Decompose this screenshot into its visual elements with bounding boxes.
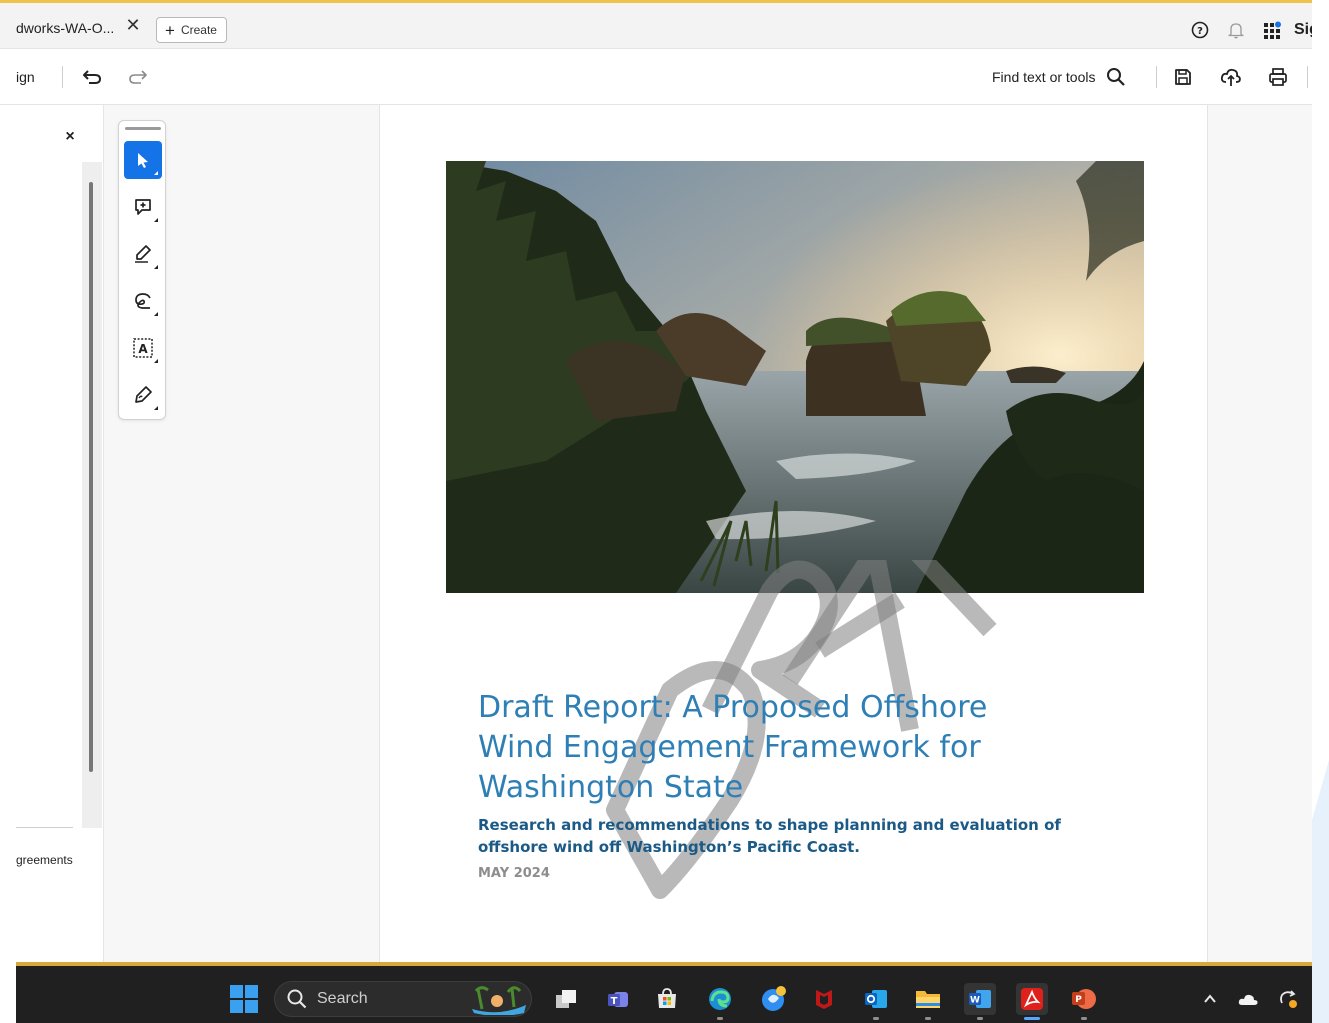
word-icon[interactable]: W xyxy=(964,983,996,1015)
search-highlight-icon xyxy=(472,986,526,1015)
create-button[interactable]: + Create xyxy=(156,17,227,43)
fill-sign-tool-button[interactable] xyxy=(124,376,162,414)
report-title-line: Washington State xyxy=(478,770,744,805)
find-text-or-tools-button[interactable]: Find text or tools xyxy=(992,64,1126,90)
mcafee-icon[interactable] xyxy=(808,983,840,1015)
select-tool-button[interactable] xyxy=(124,141,162,179)
apps-grid-icon[interactable] xyxy=(1254,16,1290,44)
text-recognition-tool-button[interactable]: A xyxy=(124,329,162,367)
agreements-item[interactable]: greements xyxy=(16,853,73,867)
report-subtitle-line: Research and recommendations to shape pl… xyxy=(478,816,1061,834)
panel-scrollbar-thumb[interactable] xyxy=(89,182,93,772)
svg-text:P: P xyxy=(1075,995,1082,1005)
top-right-actions: ? Sign in xyxy=(1182,16,1312,44)
left-side-panel: × greements xyxy=(0,105,104,963)
svg-text:T: T xyxy=(611,996,618,1007)
freehand-draw-icon xyxy=(135,293,151,309)
chevron-up-icon[interactable] xyxy=(1198,987,1222,1011)
svg-text:W: W xyxy=(970,996,980,1006)
redo-icon[interactable] xyxy=(124,64,152,90)
report-subtitle: Research and recommendations to shape pl… xyxy=(478,814,1078,858)
acrobat-icon[interactable] xyxy=(1016,983,1048,1015)
file-explorer-icon[interactable] xyxy=(912,983,944,1015)
cloud-upload-icon[interactable] xyxy=(1217,63,1245,91)
running-indicator xyxy=(925,1017,931,1020)
text-recognition-icon: A xyxy=(133,338,153,358)
svg-text:?: ? xyxy=(1197,26,1203,37)
running-indicator xyxy=(873,1017,879,1020)
draw-tool-button[interactable] xyxy=(124,282,162,320)
panel-divider xyxy=(16,827,73,828)
report-date: MAY 2024 xyxy=(478,866,550,881)
close-tab-icon[interactable]: ✕ xyxy=(122,14,144,36)
windows-start-icon[interactable] xyxy=(230,985,258,1013)
running-indicator xyxy=(977,1017,983,1020)
onedrive-icon[interactable] xyxy=(1236,987,1260,1011)
copilot-icon[interactable] xyxy=(758,983,790,1015)
help-icon[interactable]: ? xyxy=(1182,16,1218,44)
print-icon[interactable] xyxy=(1264,63,1292,91)
tab-bar: dworks-WA-O... ✕ + Create ? Sign in xyxy=(0,3,1312,49)
highlight-tool-button[interactable] xyxy=(124,235,162,273)
tool-options-indicator xyxy=(154,265,158,269)
sync-icon[interactable] xyxy=(1276,987,1300,1011)
tool-options-indicator xyxy=(154,312,158,316)
edge-icon[interactable] xyxy=(704,983,736,1015)
close-panel-icon[interactable]: × xyxy=(60,127,80,147)
search-icon xyxy=(1106,68,1125,86)
acrobat-screen: dworks-WA-O... ✕ + Create ? Sign in xyxy=(0,0,1329,1023)
palette-drag-handle[interactable] xyxy=(125,127,161,130)
sign-in-button[interactable]: Sign in xyxy=(1294,21,1312,39)
report-title-line: Wind Engagement Framework for xyxy=(478,730,981,765)
select-cursor-icon xyxy=(138,153,148,168)
task-view-icon[interactable] xyxy=(550,983,582,1015)
report-title-line: Draft Report: A Proposed Offshore xyxy=(478,690,988,725)
tool-options-indicator xyxy=(154,359,158,363)
outlook-icon[interactable] xyxy=(860,983,892,1015)
powerpoint-icon[interactable]: P xyxy=(1068,983,1100,1015)
highlight-pen-icon xyxy=(135,245,151,263)
active-window-indicator xyxy=(1024,1017,1040,1020)
tool-options-indicator xyxy=(154,218,158,222)
add-comment-icon xyxy=(135,199,151,215)
report-title: Draft Report: A Proposed Offshore Wind E… xyxy=(478,688,1078,808)
sign-pen-icon xyxy=(135,386,152,403)
bell-icon[interactable] xyxy=(1218,16,1254,44)
quick-tools-palette: A xyxy=(118,120,166,420)
undo-icon[interactable] xyxy=(78,64,106,90)
toolbar-divider xyxy=(62,66,63,88)
create-button-label: Create xyxy=(180,23,217,37)
search-icon xyxy=(287,989,307,1009)
find-label: Find text or tools xyxy=(992,69,1096,85)
plus-icon: + xyxy=(165,20,175,40)
document-tab-title[interactable]: dworks-WA-O... xyxy=(16,20,114,36)
sign-tool-label[interactable]: ign xyxy=(16,69,35,85)
tool-options-indicator xyxy=(154,406,158,410)
running-indicator xyxy=(1081,1017,1087,1020)
taskbar-search-label: Search xyxy=(317,990,368,1007)
document-toolbar: ign Find text or tools xyxy=(0,49,1312,105)
desktop-wallpaper-edge xyxy=(1312,760,1329,1023)
toolbar-divider xyxy=(1156,66,1157,88)
add-comment-tool-button[interactable] xyxy=(124,188,162,226)
running-indicator xyxy=(717,1017,723,1020)
tool-options-indicator xyxy=(154,171,158,175)
store-icon[interactable] xyxy=(651,983,683,1015)
toolbar-divider xyxy=(1307,66,1308,88)
teams-icon[interactable]: T xyxy=(602,983,634,1015)
svg-text:A: A xyxy=(138,342,148,356)
save-icon[interactable] xyxy=(1169,63,1197,91)
cover-photo xyxy=(446,161,1144,593)
report-subtitle-line: offshore wind off Washington’s Pacific C… xyxy=(478,838,860,856)
